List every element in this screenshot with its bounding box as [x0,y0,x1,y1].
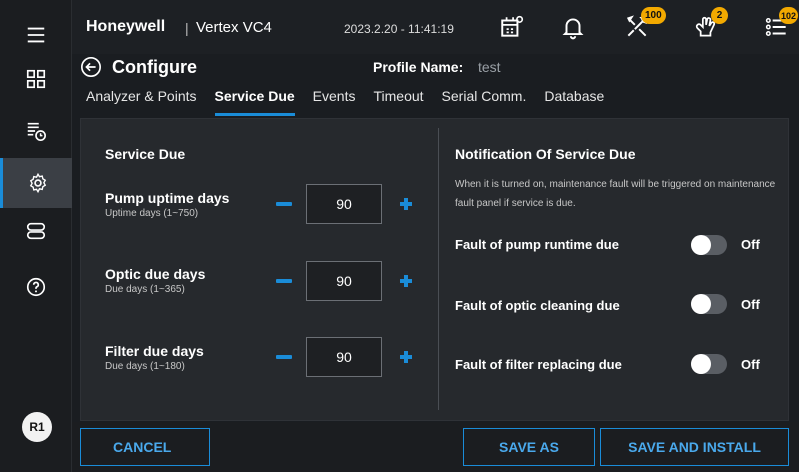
filter-due-label: Filter due days [105,343,204,359]
pump-uptime-hint: Uptime days (1~750) [105,208,199,219]
gear-icon [29,172,46,194]
sidebar-item-dashboard[interactable] [0,54,72,104]
filter-due-hint: Due days (1~180) [105,361,185,372]
pump-uptime-decrement-button[interactable] [276,202,292,206]
list-clock-icon [27,122,46,141]
brand-separator: | [185,20,189,36]
cancel-button[interactable]: CANCEL [80,428,210,466]
notification-description: When it is turned on, maintenance fault … [455,179,776,209]
brand-name: Honeywell [86,18,166,35]
calendar-settings-icon[interactable] [497,12,527,42]
filter-replacing-fault-state: Off [741,357,760,372]
filter-replacing-fault-toggle[interactable] [691,354,727,374]
service-due-title: Service Due [105,146,186,162]
pump-uptime-increment-button[interactable] [398,196,414,212]
back-arrow-icon[interactable] [80,56,102,78]
optic-cleaning-fault-label: Fault of optic cleaning due [455,298,620,313]
sidebar-item-devices[interactable] [0,206,72,256]
maintenance-badge: 100 [641,7,666,24]
tab-service-due[interactable]: Service Due [214,88,295,116]
optic-cleaning-fault-state: Off [741,297,760,312]
filter-due-input[interactable]: 90 [306,337,382,377]
server-icon [26,222,46,240]
page-title: Configure [112,57,197,77]
panel-divider [438,128,439,410]
profile-name-label: Profile Name: [373,59,464,75]
pump-uptime-input[interactable]: 90 [306,184,382,224]
bell-icon[interactable] [558,12,588,42]
tab-analyzer-points[interactable]: Analyzer & Points [86,88,197,116]
tab-database[interactable]: Database [544,88,604,116]
top-bar: Honeywell | Vertex VC4 2023.2.20 - 11:41… [72,0,799,54]
pump-runtime-fault-toggle[interactable] [691,235,727,255]
optic-due-label: Optic due days [105,266,206,282]
optic-due-increment-button[interactable] [398,273,414,289]
tab-timeout[interactable]: Timeout [373,88,423,116]
optic-due-decrement-button[interactable] [276,279,292,283]
tab-bar: Analyzer & Points Service Due Events Tim… [86,88,622,116]
optic-cleaning-fault-toggle[interactable] [691,294,727,314]
pump-uptime-label: Pump uptime days [105,190,230,206]
sidebar: R1 [0,0,72,472]
user-avatar[interactable]: R1 [22,412,52,442]
optic-due-input[interactable]: 90 [306,261,382,301]
grid-icon [26,69,46,89]
filter-due-increment-button[interactable] [398,349,414,365]
notification-title: Notification Of Service Due [455,146,636,162]
datetime: 2023.2.20 - 11:41:19 [344,22,454,36]
tab-events[interactable]: Events [313,88,356,116]
alarm-badge: 2 [711,7,728,24]
sidebar-item-configure[interactable] [0,158,72,208]
pump-runtime-fault-state: Off [741,237,760,252]
tab-serial-comm[interactable]: Serial Comm. [442,88,527,116]
device-model: Vertex VC4 [196,19,272,36]
filter-replacing-fault-label: Fault of filter replacing due [455,357,622,372]
sidebar-item-history[interactable] [0,106,72,156]
menu-icon[interactable] [0,10,72,60]
save-as-button[interactable]: SAVE AS [463,428,595,466]
help-icon [26,277,46,297]
save-and-install-button[interactable]: SAVE AND INSTALL [600,428,789,466]
hamburger-icon [27,27,45,43]
sidebar-item-help[interactable] [0,262,72,312]
profile-name-value: test [478,59,501,75]
event-list-badge: 102 [779,7,799,24]
pump-runtime-fault-label: Fault of pump runtime due [455,237,619,252]
optic-due-hint: Due days (1~365) [105,284,185,295]
filter-due-decrement-button[interactable] [276,355,292,359]
